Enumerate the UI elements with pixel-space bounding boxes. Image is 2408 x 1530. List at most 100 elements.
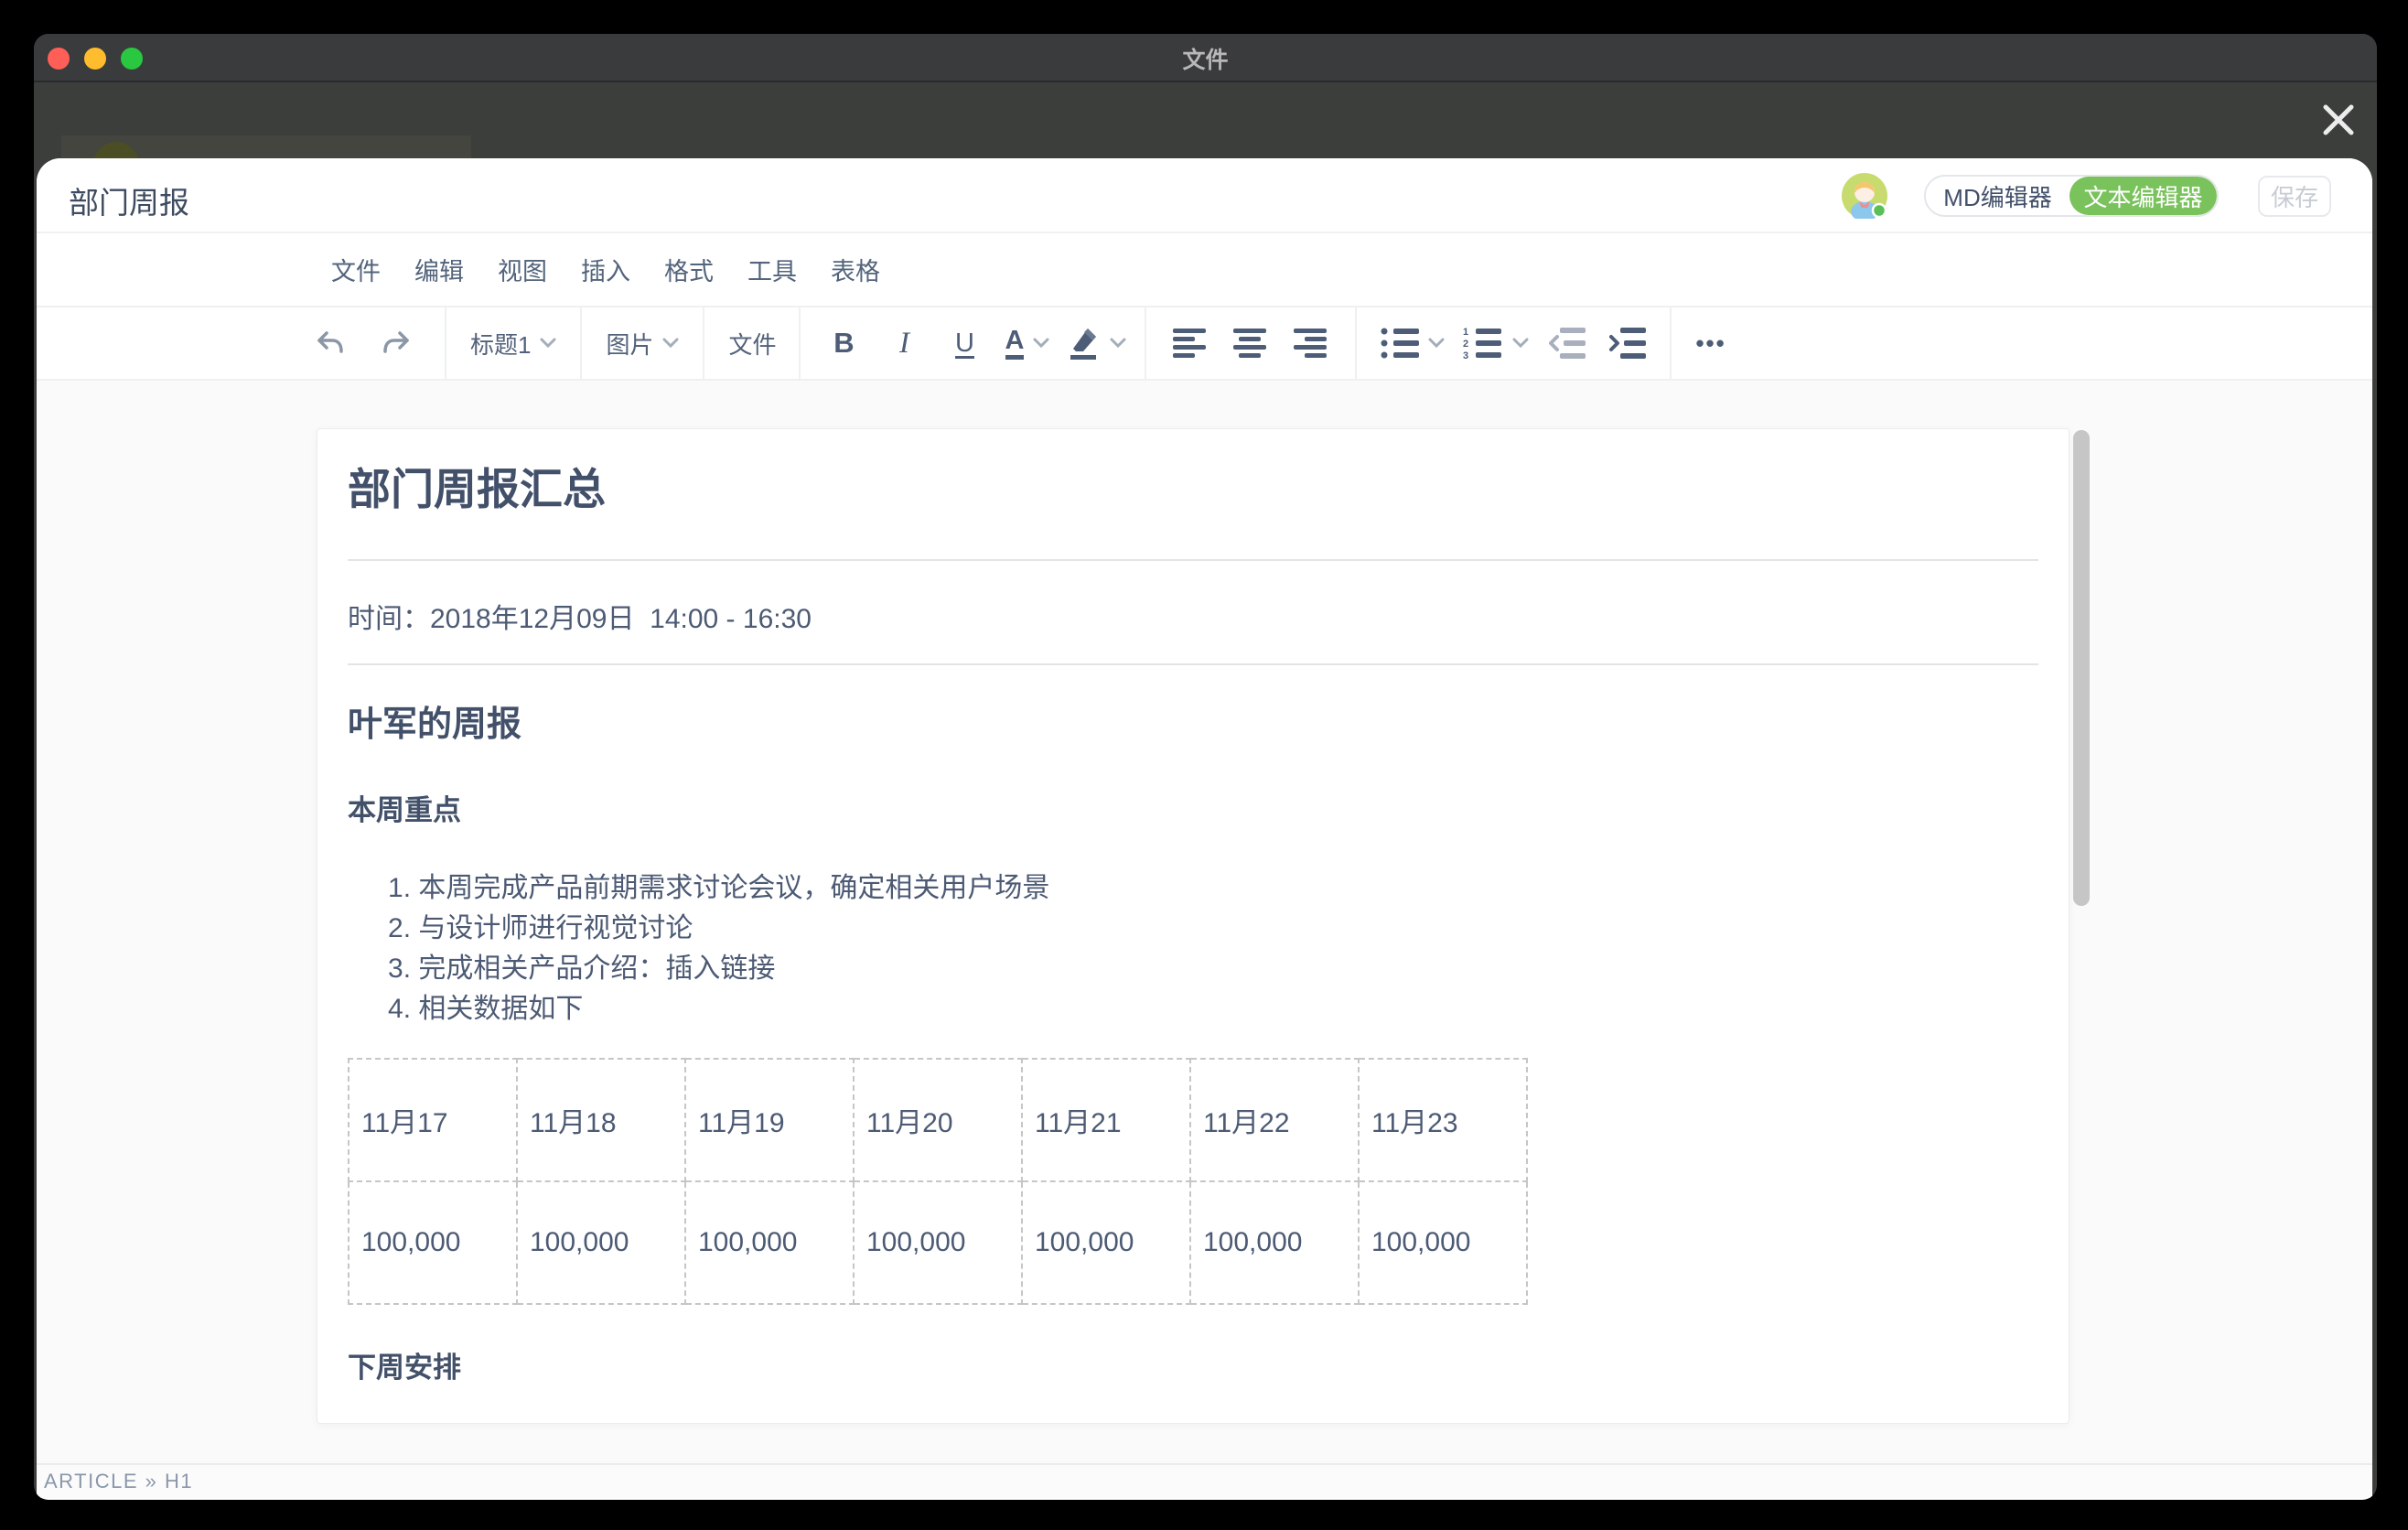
- menu-item-edit[interactable]: 编辑: [413, 248, 466, 291]
- close-icon[interactable]: [2318, 100, 2359, 140]
- save-button[interactable]: 保存: [2258, 176, 2331, 217]
- underline-button[interactable]: U: [945, 316, 985, 371]
- chevron-down-icon: [662, 338, 679, 349]
- svg-text:3: 3: [1463, 350, 1468, 360]
- table-cell[interactable]: 100,000: [517, 1181, 685, 1304]
- more-tools-button[interactable]: •••: [1695, 316, 1725, 371]
- font-color-dropdown[interactable]: A: [1005, 316, 1050, 371]
- table-cell[interactable]: 11月19: [685, 1059, 854, 1181]
- chevron-down-icon: [1512, 338, 1529, 349]
- svg-text:1: 1: [1463, 327, 1468, 338]
- toolbar-divider: [799, 307, 801, 380]
- scrollbar-thumb[interactable]: [2073, 430, 2090, 906]
- menu-item-format[interactable]: 格式: [662, 248, 715, 291]
- doc-data-table[interactable]: 11月17 11月18 11月19 11月20 11月21 11月22 11月2…: [348, 1058, 1528, 1305]
- italic-button[interactable]: I: [885, 316, 925, 371]
- insert-image-label: 图片: [606, 327, 653, 361]
- toolbar-divider: [703, 307, 704, 380]
- menu-item-file[interactable]: 文件: [329, 248, 382, 291]
- statusbar: ARTICLE » H1: [37, 1463, 2372, 1498]
- numbered-list-dropdown[interactable]: 1 2 3: [1463, 316, 1529, 371]
- toolbar-divider: [1355, 307, 1357, 380]
- editor-content-area: 部门周报汇总 时间：2018年12月09日 14:00 - 16:30 叶军的周…: [37, 381, 2372, 1463]
- italic-icon: I: [899, 327, 909, 361]
- editor-toolbar: 标题1 图片 文件 B I: [37, 307, 2372, 381]
- table-cell[interactable]: 11月22: [1190, 1059, 1359, 1181]
- undo-icon: [314, 326, 349, 361]
- table-row: 100,000 100,000 100,000 100,000 100,000 …: [349, 1181, 1527, 1304]
- table-cell[interactable]: 11月23: [1359, 1059, 1527, 1181]
- user-avatar-icon[interactable]: [1842, 173, 1887, 219]
- document-title: 部门周报: [69, 178, 189, 222]
- redo-button[interactable]: [375, 316, 415, 371]
- insert-file-label: 文件: [728, 327, 776, 361]
- doc-heading-2: 叶军的周报: [348, 702, 2038, 748]
- svg-text:2: 2: [1463, 339, 1468, 350]
- toolbar-divider: [580, 307, 582, 380]
- table-cell[interactable]: 100,000: [1022, 1181, 1190, 1304]
- editor-mode-toggle: MD编辑器 文本编辑器: [1924, 175, 2219, 217]
- menu-item-tools[interactable]: 工具: [746, 248, 799, 291]
- table-cell[interactable]: 100,000: [349, 1181, 517, 1304]
- insert-image-dropdown[interactable]: 图片: [606, 316, 679, 371]
- text-editor-tab[interactable]: 文本编辑器: [2069, 177, 2217, 215]
- menu-item-view[interactable]: 视图: [496, 248, 549, 291]
- undo-button[interactable]: [311, 316, 351, 371]
- chevron-down-icon: [1110, 338, 1126, 349]
- heading-style-label: 标题1: [470, 327, 531, 361]
- doc-heading-3-next: 下周安排: [348, 1348, 2038, 1387]
- horizontal-rule: [348, 559, 2038, 561]
- table-cell[interactable]: 100,000: [1190, 1181, 1359, 1304]
- table-cell[interactable]: 11月17: [349, 1059, 517, 1181]
- md-editor-tab[interactable]: MD编辑器: [1926, 177, 2069, 215]
- align-center-icon: [1233, 329, 1268, 358]
- outdent-button[interactable]: [1547, 316, 1587, 371]
- indent-button[interactable]: [1607, 316, 1648, 371]
- outdent-icon: [1549, 328, 1586, 359]
- align-right-button[interactable]: [1291, 316, 1331, 371]
- bullet-list-dropdown[interactable]: [1381, 316, 1445, 371]
- document-page[interactable]: 部门周报汇总 时间：2018年12月09日 14:00 - 16:30 叶军的周…: [317, 428, 2069, 1424]
- window-title: 文件: [34, 34, 2377, 82]
- bullet-list-icon: [1381, 328, 1419, 359]
- bold-button[interactable]: B: [824, 316, 865, 371]
- chevron-down-icon: [1033, 338, 1049, 349]
- doc-heading-3-focus: 本周重点: [348, 791, 2038, 830]
- toolbar-divider: [1145, 307, 1146, 380]
- titlebar: 文件: [34, 34, 2377, 82]
- table-cell[interactable]: 11月18: [517, 1059, 685, 1181]
- table-cell[interactable]: 100,000: [854, 1181, 1022, 1304]
- more-icon: •••: [1695, 329, 1725, 358]
- menu-item-insert[interactable]: 插入: [579, 248, 632, 291]
- horizontal-rule: [348, 663, 2038, 665]
- breadcrumb: ARTICLE » H1: [44, 1470, 193, 1493]
- align-right-icon: [1294, 329, 1328, 358]
- heading-style-dropdown[interactable]: 标题1: [470, 316, 556, 371]
- table-cell[interactable]: 11月20: [854, 1059, 1022, 1181]
- table-cell[interactable]: 11月21: [1022, 1059, 1190, 1181]
- app-window: 文件 部门周报 MD编辑器 文本编辑器: [34, 34, 2377, 1500]
- underline-icon: U: [955, 329, 974, 359]
- toolbar-divider: [1670, 307, 1672, 380]
- align-left-button[interactable]: [1170, 316, 1210, 371]
- table-cell[interactable]: 100,000: [685, 1181, 854, 1304]
- align-left-icon: [1173, 329, 1208, 358]
- highlight-color-dropdown[interactable]: [1068, 316, 1126, 371]
- chevron-down-icon: [540, 338, 556, 349]
- list-item: 与设计师进行视觉讨论: [388, 909, 2038, 949]
- editor-modal: 部门周报 MD编辑器 文本编辑器 保存 文件 编辑 视图: [37, 158, 2372, 1500]
- toolbar-divider: [445, 307, 446, 380]
- chevron-down-icon: [1428, 338, 1445, 349]
- numbered-list-icon: 1 2 3: [1463, 327, 1503, 360]
- table-cell[interactable]: 100,000: [1359, 1181, 1527, 1304]
- redo-icon: [378, 326, 413, 361]
- align-center-button[interactable]: [1231, 316, 1271, 371]
- insert-file-button[interactable]: 文件: [728, 316, 776, 371]
- doc-heading-1: 部门周报汇总: [348, 429, 2038, 517]
- font-color-icon: A: [1005, 327, 1025, 359]
- list-item: 相关数据如下: [388, 989, 2038, 1029]
- editor-menubar: 文件 编辑 视图 插入 格式 工具 表格: [37, 233, 2372, 307]
- menu-item-table[interactable]: 表格: [829, 248, 882, 291]
- doc-ordered-list: 本周完成产品前期需求讨论会议，确定相关用户场景 与设计师进行视觉讨论 完成相关产…: [348, 868, 2038, 1029]
- indent-icon: [1609, 328, 1646, 359]
